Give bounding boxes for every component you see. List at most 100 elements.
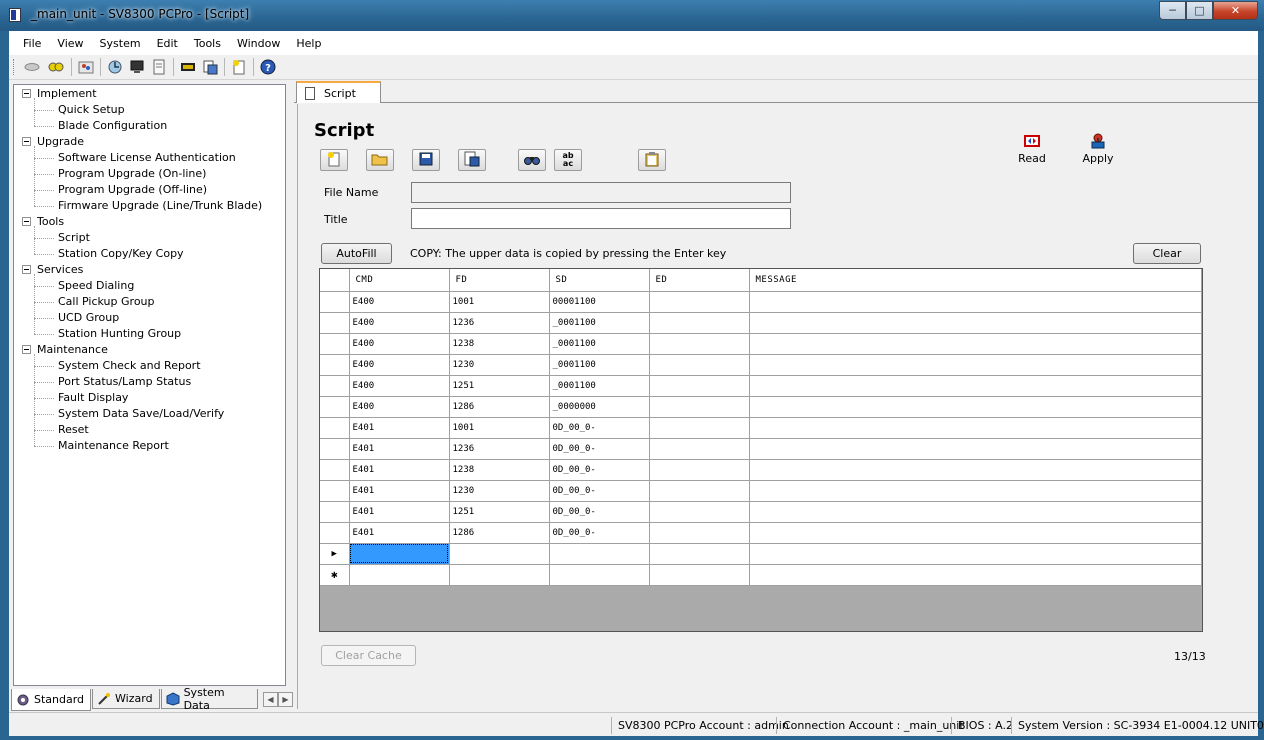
rom-icon[interactable] (180, 59, 196, 75)
cell-ed[interactable] (649, 417, 750, 439)
file-name-input[interactable] (412, 183, 790, 202)
column-header-ed[interactable]: ED (649, 269, 750, 292)
clear-cache-button[interactable]: Clear Cache (321, 645, 416, 666)
cell-fd[interactable]: 1236 (449, 438, 550, 460)
cell-ed[interactable] (649, 291, 750, 313)
open-button[interactable] (366, 149, 394, 171)
tree-item[interactable]: Blade Configuration (22, 118, 262, 134)
tree-item[interactable]: Maintenance Report (22, 438, 262, 454)
cell-sd[interactable]: 0D_00_0- (549, 459, 650, 481)
table-row-new[interactable]: ✱ (320, 564, 1202, 586)
tree-item[interactable]: Quick Setup (22, 102, 262, 118)
title-field[interactable] (411, 208, 791, 229)
cell-message[interactable] (749, 459, 1202, 481)
cell-cmd[interactable]: E401 (349, 501, 450, 523)
cell-ed[interactable] (649, 354, 750, 376)
cell-cmd[interactable]: E400 (349, 354, 450, 376)
tree-item[interactable]: Program Upgrade (Off-line) (22, 182, 262, 198)
row-header-corner[interactable] (320, 269, 350, 292)
refresh-icon[interactable] (107, 59, 123, 75)
table-row[interactable]: E400 1238 _0001100 (320, 333, 1202, 355)
cell-sd[interactable]: 00001100 (549, 291, 650, 313)
cell-fd[interactable]: 1251 (449, 375, 550, 397)
cell-sd[interactable]: _0001100 (549, 333, 650, 355)
tree-group-3[interactable]: Services (22, 262, 262, 278)
cell-ed[interactable] (649, 396, 750, 418)
transfer-icon[interactable] (202, 59, 218, 75)
column-header-cmd[interactable]: CMD (349, 269, 450, 292)
cell-fd[interactable]: 1001 (449, 417, 550, 439)
cell-ed[interactable] (649, 333, 750, 355)
cell-fd[interactable]: 1238 (449, 333, 550, 355)
tree-item[interactable]: Station Hunting Group (22, 326, 262, 342)
close-button[interactable]: ✕ (1213, 1, 1258, 20)
tree-item[interactable]: Call Pickup Group (22, 294, 262, 310)
cell-message[interactable] (749, 375, 1202, 397)
title-bar[interactable]: _main_unit - SV8300 PCPro - [Script] ─ □… (0, 0, 1264, 31)
cell-fd[interactable]: 1238 (449, 459, 550, 481)
save-as-button[interactable] (458, 149, 486, 171)
tab-standard[interactable]: Standard (11, 689, 92, 711)
cell-sd[interactable]: 0D_00_0- (549, 522, 650, 544)
row-header[interactable] (320, 333, 350, 355)
cell-fd[interactable]: 1230 (449, 480, 550, 502)
cell-cmd[interactable]: E400 (349, 375, 450, 397)
find-button[interactable] (518, 149, 546, 171)
cell-message[interactable] (749, 396, 1202, 418)
cell-sd[interactable]: 0D_00_0- (549, 480, 650, 502)
file-name-field[interactable] (411, 182, 791, 203)
toolbar-grip[interactable] (13, 59, 16, 75)
new-button[interactable] (320, 149, 348, 171)
cell-ed[interactable] (649, 438, 750, 460)
cell-fd[interactable]: 1230 (449, 354, 550, 376)
column-header-sd[interactable]: SD (549, 269, 650, 292)
table-row[interactable]: E400 1236 _0001100 (320, 312, 1202, 334)
cell-cmd[interactable] (349, 543, 450, 565)
tree-item[interactable]: Script (22, 230, 262, 246)
cell-fd[interactable]: 1251 (449, 501, 550, 523)
tree-group-1[interactable]: Upgrade (22, 134, 262, 150)
column-header-message[interactable]: MESSAGE (749, 269, 1202, 292)
table-row[interactable]: E401 1001 0D_00_0- (320, 417, 1202, 439)
tree-item[interactable]: System Check and Report (22, 358, 262, 374)
connect-icon[interactable] (47, 59, 65, 75)
cell-ed[interactable] (649, 543, 750, 565)
cell-sd[interactable]: _0000000 (549, 396, 650, 418)
tree-item[interactable]: System Data Save/Load/Verify (22, 406, 262, 422)
save-button[interactable] (412, 149, 440, 171)
tab-wizard[interactable]: Wizard (92, 689, 160, 709)
cell-cmd[interactable]: E400 (349, 333, 450, 355)
tree-group-0[interactable]: Implement (22, 86, 262, 102)
row-header[interactable] (320, 480, 350, 502)
cell-message[interactable] (749, 291, 1202, 313)
cell-ed[interactable] (649, 522, 750, 544)
collapse-icon[interactable] (22, 217, 31, 226)
cell-sd[interactable]: _0001100 (549, 312, 650, 334)
apply-button[interactable]: Apply (1073, 132, 1123, 165)
cell-sd[interactable]: 0D_00_0- (549, 438, 650, 460)
collapse-icon[interactable] (22, 89, 31, 98)
column-header-fd[interactable]: FD (449, 269, 550, 292)
cell-message[interactable] (749, 417, 1202, 439)
table-row-current[interactable]: ▶ (320, 543, 1202, 565)
cell-ed[interactable] (649, 459, 750, 481)
tree-item[interactable]: Program Upgrade (On-line) (22, 166, 262, 182)
tree-item[interactable]: Port Status/Lamp Status (22, 374, 262, 390)
row-header[interactable] (320, 312, 350, 334)
new-script-icon[interactable] (231, 59, 247, 75)
cell-cmd[interactable]: E400 (349, 396, 450, 418)
title-input[interactable] (412, 209, 790, 228)
cell-sd[interactable]: _0001100 (549, 354, 650, 376)
cell-ed[interactable] (649, 564, 750, 586)
tree-item[interactable]: Fault Display (22, 390, 262, 406)
cell-message[interactable] (749, 501, 1202, 523)
cell-sd[interactable]: 0D_00_0- (549, 417, 650, 439)
replace-button[interactable]: ab ac (554, 149, 582, 171)
row-header[interactable] (320, 291, 350, 313)
table-row[interactable]: E400 1286 _0000000 (320, 396, 1202, 418)
menu-help[interactable]: Help (288, 37, 329, 50)
row-header[interactable] (320, 459, 350, 481)
collapse-icon[interactable] (22, 265, 31, 274)
collapse-icon[interactable] (22, 345, 31, 354)
menu-edit[interactable]: Edit (149, 37, 186, 50)
